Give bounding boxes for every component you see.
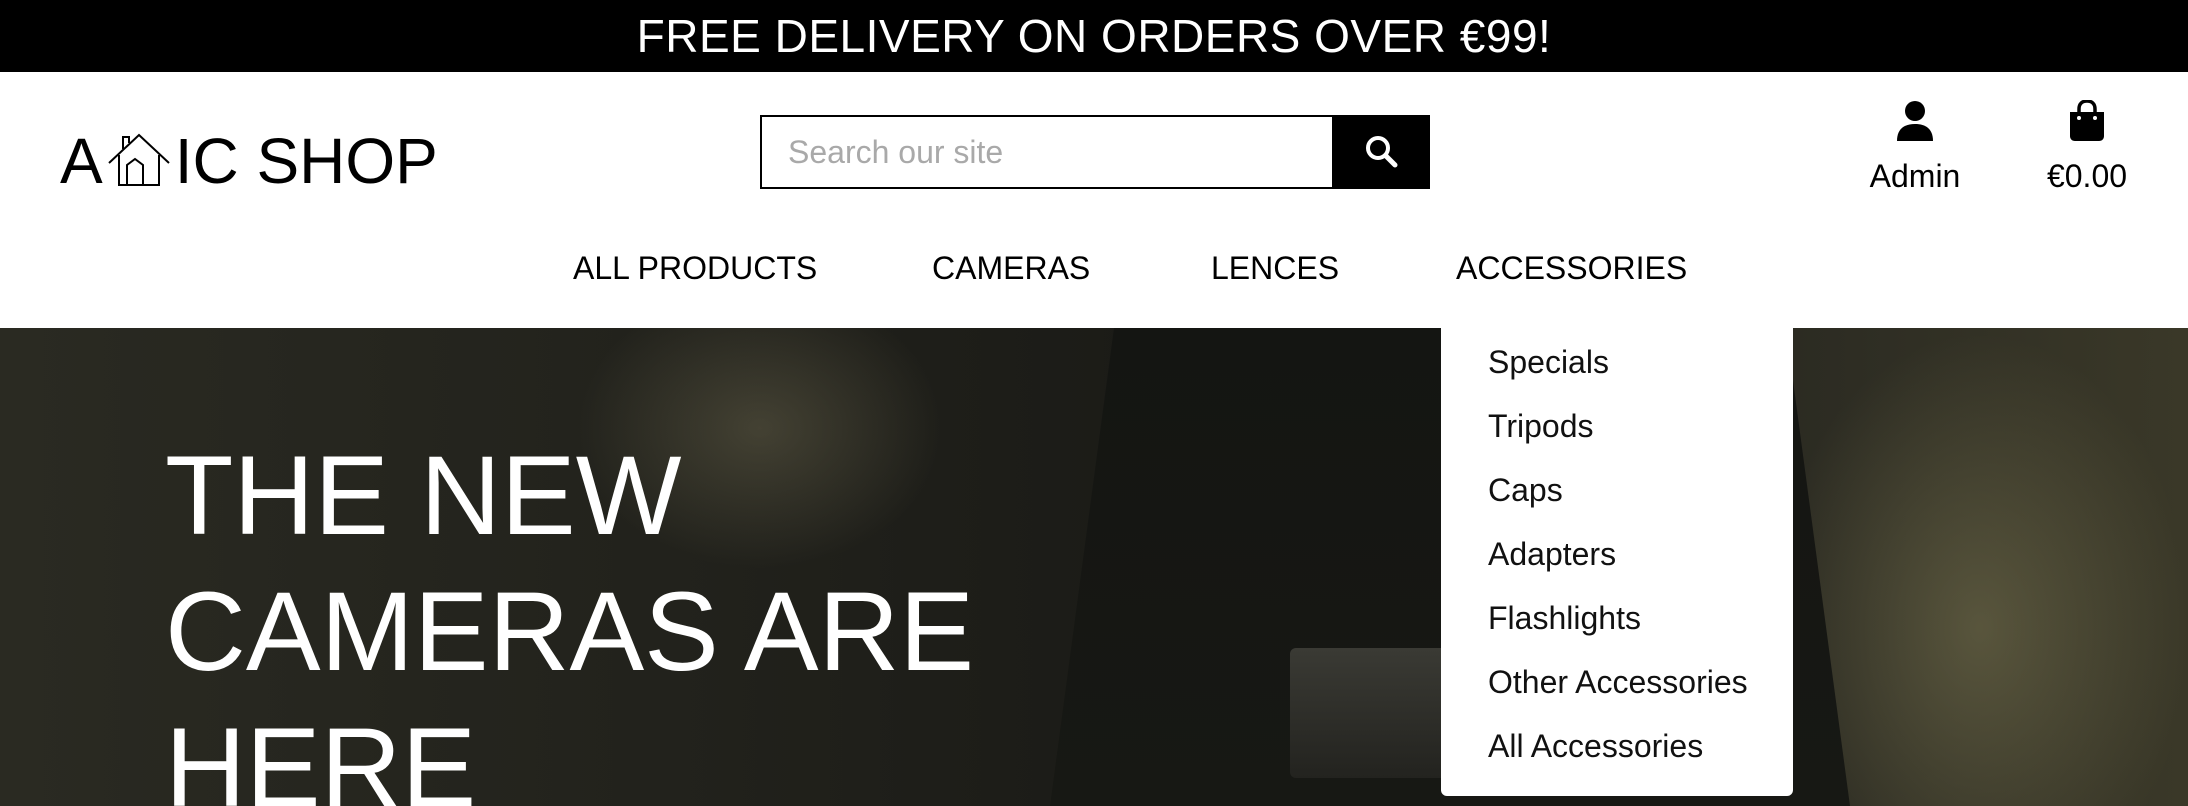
hero-headline: THE NEW CAMERAS ARE HERE	[165, 433, 975, 806]
dropdown-item-tripods[interactable]: Tripods	[1488, 408, 1594, 445]
dropdown-item-all-accessories[interactable]: All Accessories	[1488, 728, 1703, 765]
search-input[interactable]	[760, 115, 1332, 189]
site-logo[interactable]: A IC SHOP	[60, 116, 438, 206]
logo-text-right: IC SHOP	[174, 125, 438, 197]
shopping-bag-icon	[2068, 99, 2106, 150]
promo-banner-text: FREE DELIVERY ON ORDERS OVER €99!	[636, 10, 1552, 62]
search-icon	[1364, 134, 1398, 171]
hero-banner: THE NEW CAMERAS ARE HERE	[0, 328, 2188, 806]
cart-link[interactable]: €0.00	[2030, 99, 2144, 195]
logo-text-left: A	[60, 125, 103, 197]
user-icon	[1896, 100, 1934, 150]
nav-item-cameras[interactable]: CAMERAS	[932, 250, 1090, 287]
account-label: Admin	[1869, 158, 1961, 194]
dropdown-item-adapters[interactable]: Adapters	[1488, 536, 1616, 573]
cart-total: €0.00	[2046, 158, 2128, 194]
search-button[interactable]	[1332, 115, 1430, 189]
account-link[interactable]: Admin	[1860, 100, 1970, 195]
house-icon	[105, 129, 173, 193]
dropdown-item-flashlights[interactable]: Flashlights	[1488, 600, 1641, 637]
nav-item-accessories[interactable]: ACCESSORIES	[1456, 250, 1687, 287]
dropdown-item-caps[interactable]: Caps	[1488, 472, 1563, 509]
nav-item-all-products[interactable]: ALL PRODUCTS	[573, 250, 817, 287]
site-header: A IC SHOP Search our site Admin €0.00 AL…	[0, 72, 2188, 328]
dropdown-item-specials[interactable]: Specials	[1488, 344, 1609, 381]
accessories-dropdown: Specials Tripods Caps Adapters Flashligh…	[1441, 328, 1793, 796]
search-form	[760, 115, 1430, 189]
dropdown-item-other-accessories[interactable]: Other Accessories	[1488, 664, 1748, 701]
hero-background-device	[1290, 648, 1460, 778]
nav-item-lences[interactable]: LENCES	[1211, 250, 1339, 287]
main-nav: ALL PRODUCTS CAMERAS LENCES ACCESSORIES	[0, 250, 2188, 300]
promo-banner: FREE DELIVERY ON ORDERS OVER €99!	[0, 0, 2188, 72]
